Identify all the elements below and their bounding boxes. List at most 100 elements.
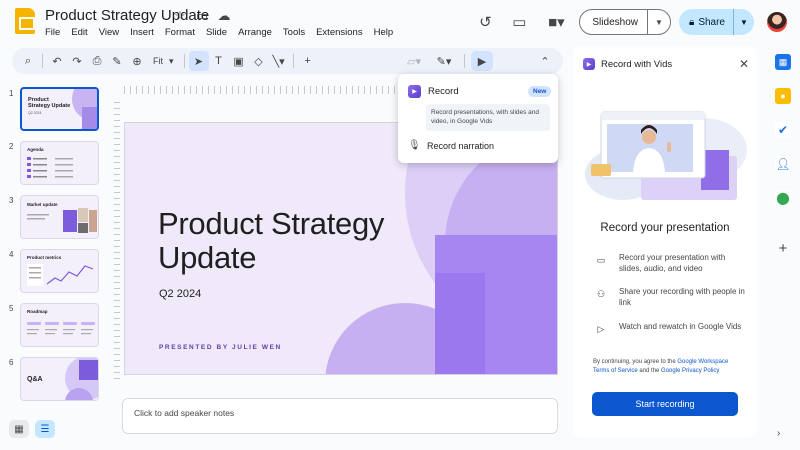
menu-insert[interactable]: Insert: [130, 27, 154, 38]
disclaimer-text: and the: [637, 368, 662, 374]
share-main[interactable]: 🔒︎ Share: [679, 9, 734, 35]
menu-arrange[interactable]: Arrange: [238, 27, 272, 38]
thumb-subtitle: Q2 2024: [28, 111, 42, 115]
toolbar-right: ▱▾ ✎▾ ▶ ⌃: [400, 51, 563, 71]
comments-icon[interactable]: ▭: [507, 10, 531, 34]
feature-item: ▭ Record your presentation with slides, …: [595, 252, 745, 274]
slides-logo-icon[interactable]: [15, 8, 35, 34]
shape-icon[interactable]: ◇: [249, 51, 269, 71]
divider: [42, 54, 43, 68]
menu-slide[interactable]: Slide: [206, 27, 227, 38]
feature-item: ▷ Watch and rewatch in Google Vids: [595, 321, 745, 335]
zoom-value: Fit: [153, 56, 163, 66]
slide-thumbnail-6[interactable]: Q&A: [20, 357, 99, 401]
insert-image-icon[interactable]: ▣: [229, 51, 249, 71]
thumb-number: 5: [9, 304, 14, 313]
start-recording-button[interactable]: Start recording: [592, 392, 738, 416]
tasks-icon[interactable]: ✔: [775, 122, 791, 138]
monitor-icon: ▭: [596, 254, 606, 265]
slide-thumbnail-2[interactable]: Agenda: [20, 141, 99, 185]
recording-illustration: [585, 111, 747, 200]
vertical-ruler: [114, 102, 120, 382]
toolbar: ⌕ ↶ ↷ ⎙ ✎ ⊕ Fit ▾ ➤ T ▣ ◇ ╲▾ + ▱▾ ✎▾ ▶ ⌃: [12, 48, 563, 74]
record-with-vids-panel: ▶ Record with Vids ✕ Record your present…: [573, 46, 757, 438]
slide-thumbnail-4[interactable]: Product metrics: [20, 249, 99, 293]
record-narration-item[interactable]: 🎙︎ Record narration: [408, 140, 494, 151]
move-folder-icon[interactable]: ▭: [194, 8, 210, 24]
thumb-title: Product Strategy Update: [28, 97, 71, 110]
divider: [183, 54, 185, 68]
thumb-number: 1: [9, 89, 14, 98]
collapse-toolbar-icon[interactable]: ⌃: [535, 51, 555, 71]
print-icon[interactable]: ⎙: [87, 51, 107, 71]
undo-icon[interactable]: ↶: [47, 51, 67, 71]
star-icon[interactable]: ☆: [172, 8, 188, 24]
slideshow-button[interactable]: Slideshow ▼: [579, 9, 671, 35]
speaker-notes[interactable]: Click to add speaker notes: [122, 398, 558, 434]
zoom-icon[interactable]: ⊕: [127, 51, 147, 71]
terms-disclaimer: By continuing, you agree to the Google W…: [593, 358, 741, 376]
filmstrip-view-icon[interactable]: ☰: [35, 420, 55, 438]
slide-thumbnail-3[interactable]: Market update: [20, 195, 99, 239]
version-history-icon[interactable]: ↺: [473, 10, 497, 34]
menu-extensions[interactable]: Extensions: [316, 27, 362, 38]
share-dropdown-icon[interactable]: ▼: [734, 18, 754, 27]
share-button[interactable]: 🔒︎ Share ▼: [678, 9, 754, 35]
record-narration-label: Record narration: [427, 140, 495, 151]
record-video-icon[interactable]: ▶: [471, 51, 493, 71]
thumb-art: [27, 208, 97, 233]
paint-format-icon[interactable]: ✎: [107, 51, 127, 71]
vids-icon: ▶: [583, 58, 595, 70]
close-icon[interactable]: ✕: [739, 57, 749, 71]
menu-bar: File Edit View Insert Format Slide Arran…: [45, 27, 393, 38]
cloud-status-icon[interactable]: ☁: [216, 8, 232, 24]
new-badge: New: [528, 86, 552, 97]
slide-presenter[interactable]: PRESENTED BY JULIE WEN: [159, 344, 282, 351]
menu-format[interactable]: Format: [165, 27, 195, 38]
chevron-right-icon[interactable]: ›: [777, 428, 780, 439]
maps-icon[interactable]: ⬤: [775, 190, 791, 206]
background-icon[interactable]: ▱▾: [400, 51, 428, 71]
line-icon[interactable]: ╲▾: [269, 51, 289, 71]
menu-tools[interactable]: Tools: [283, 27, 305, 38]
add-app-icon[interactable]: +: [775, 240, 791, 257]
account-avatar[interactable]: [766, 11, 788, 33]
lock-icon: 🔒︎: [688, 16, 695, 28]
slideshow-dropdown-icon[interactable]: ▼: [648, 18, 670, 27]
thumb-title: Q&A: [27, 376, 43, 383]
keep-icon[interactable]: ●: [775, 88, 791, 104]
record-description: Record presentations, with slides and vi…: [426, 104, 550, 131]
slide-title[interactable]: Product Strategy Update: [158, 206, 418, 275]
select-cursor-icon[interactable]: ➤: [188, 51, 209, 71]
panel-header: ▶ Record with Vids ✕: [583, 56, 749, 72]
zoom-select[interactable]: Fit ▾: [147, 56, 180, 67]
privacy-policy-link[interactable]: Google Privacy Policy: [661, 368, 719, 374]
pen-icon[interactable]: ✎▾: [430, 51, 458, 71]
menu-file[interactable]: File: [45, 27, 60, 38]
contacts-icon[interactable]: 👤︎: [775, 156, 791, 172]
thumb-art: [27, 157, 73, 178]
redo-icon[interactable]: ↷: [67, 51, 87, 71]
chevron-down-icon: ▾: [169, 55, 174, 66]
menu-view[interactable]: View: [99, 27, 119, 38]
microphone-icon: 🎙︎: [408, 140, 421, 151]
feature-text: Record your presentation with slides, au…: [619, 253, 726, 274]
panel-heading: Record your presentation: [600, 222, 730, 234]
share-label: Share: [698, 16, 725, 28]
grid-view-icon[interactable]: ▦: [9, 420, 29, 438]
slideshow-label[interactable]: Slideshow: [580, 10, 648, 34]
record-label: Record: [428, 86, 459, 97]
text-box-icon[interactable]: T: [209, 51, 229, 71]
slide-thumbnail-5[interactable]: Roadmap: [20, 303, 99, 347]
divider: [464, 54, 465, 68]
search-menus-icon[interactable]: ⌕: [18, 51, 38, 71]
menu-help[interactable]: Help: [374, 27, 394, 38]
slide-thumbnail-1[interactable]: Product Strategy Update Q2 2024: [20, 87, 99, 131]
side-apps-strip: ▦ ● ✔ 👤︎ ⬤ +: [766, 46, 800, 450]
feature-text: Share your recording with people in link: [619, 287, 745, 308]
calendar-icon[interactable]: ▦: [775, 54, 791, 70]
add-comment-icon[interactable]: +: [298, 51, 318, 71]
meet-video-icon[interactable]: ■▾: [541, 10, 571, 34]
slide-subtitle[interactable]: Q2 2024: [159, 288, 201, 300]
menu-edit[interactable]: Edit: [71, 27, 87, 38]
